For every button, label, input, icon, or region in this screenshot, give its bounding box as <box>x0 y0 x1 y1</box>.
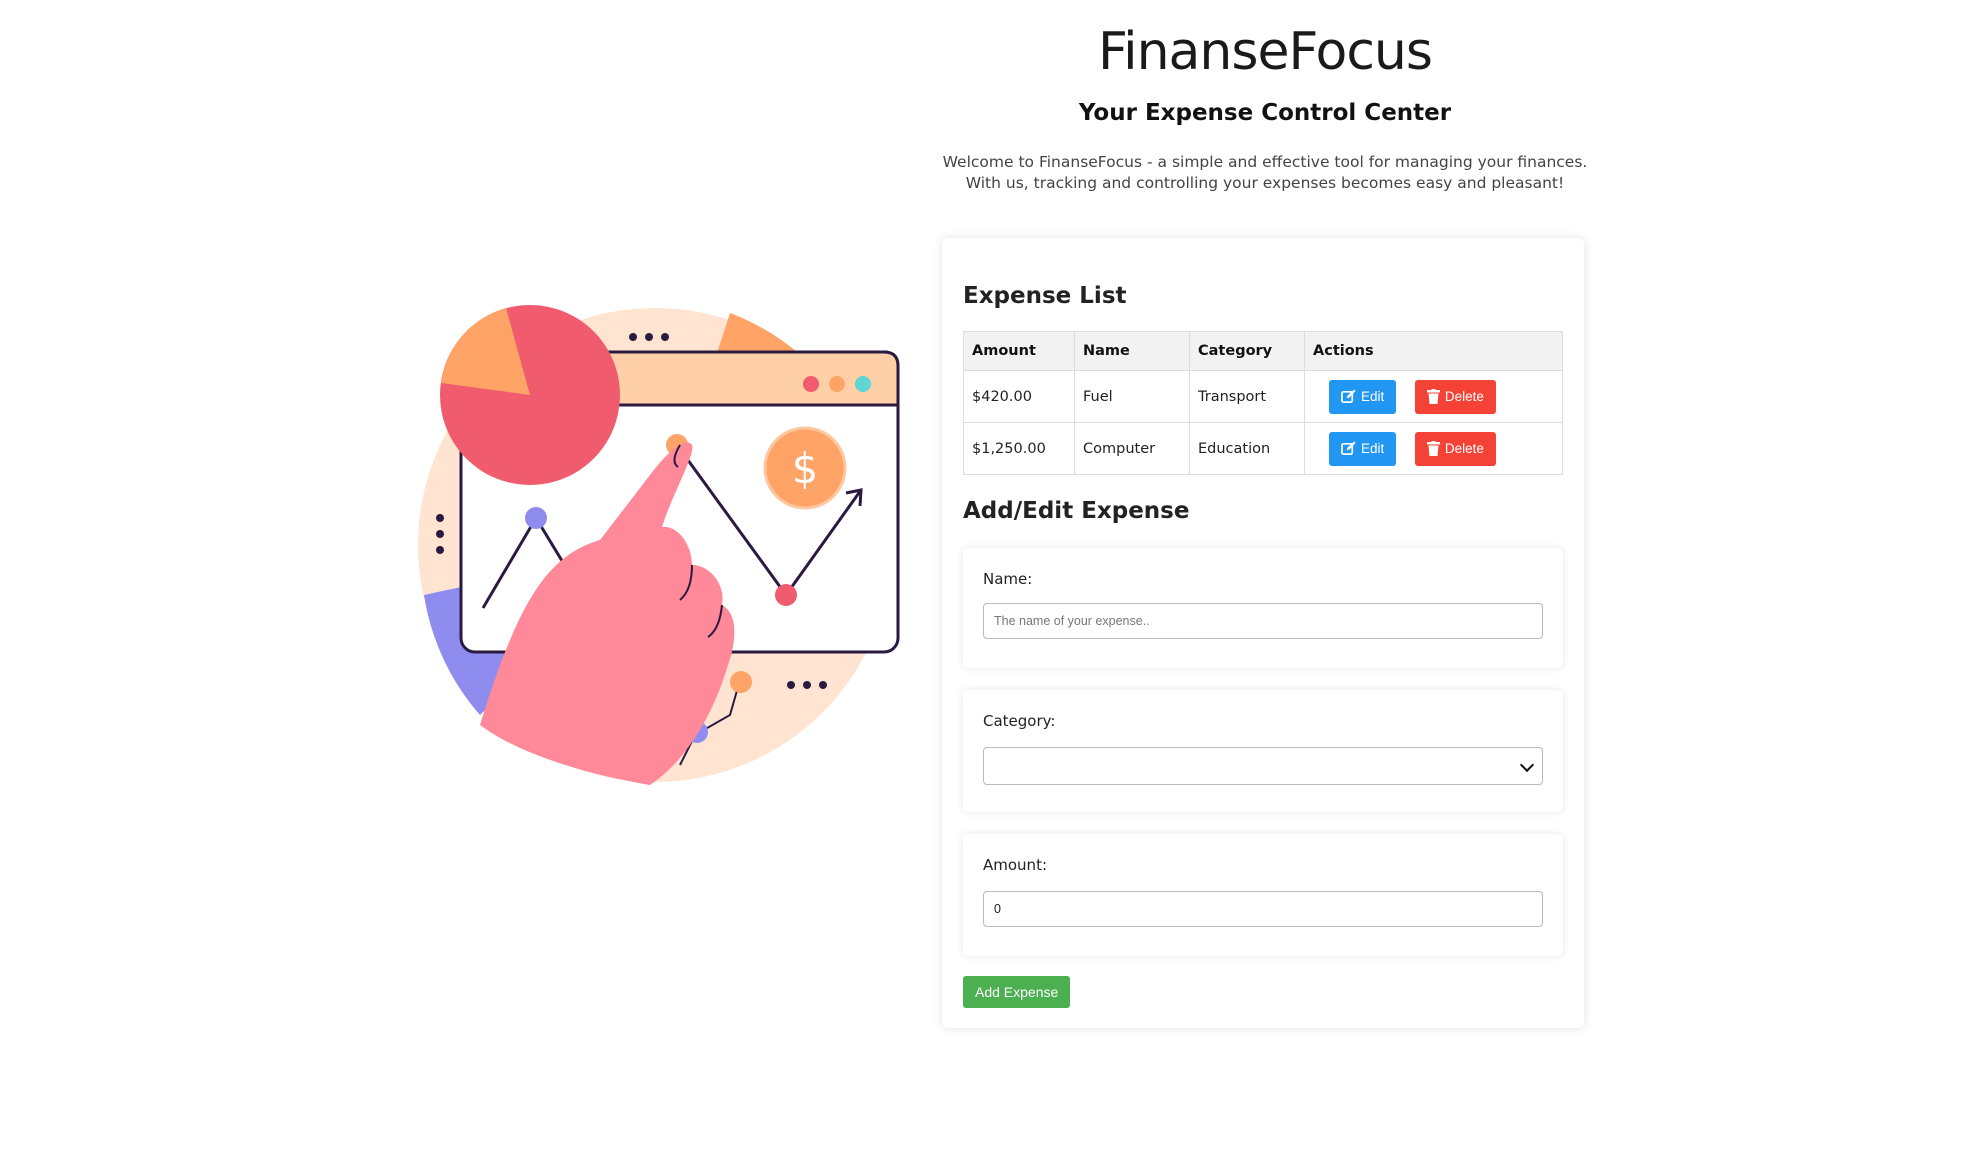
category-select[interactable] <box>983 747 1543 785</box>
add-expense-button[interactable]: Add Expense <box>963 976 1071 1008</box>
table-row: $420.00 Fuel Transport Edit Delete <box>963 370 1563 423</box>
edit-button-label: Edit <box>1361 441 1385 456</box>
name-input[interactable] <box>983 603 1543 639</box>
edit-icon <box>1341 389 1356 403</box>
chevron-down-icon <box>1519 757 1535 773</box>
expense-amount: $420.00 <box>963 370 1075 423</box>
edit-icon <box>1341 441 1356 455</box>
category-form-group: Category: <box>963 690 1563 812</box>
expense-list-title: Expense List <box>963 283 1127 309</box>
column-header-category: Category <box>1189 331 1305 371</box>
delete-button-label: Delete <box>1444 441 1484 456</box>
intro-text: Welcome to FinanseFocus - a simple and e… <box>942 153 1588 192</box>
amount-label: Amount: <box>983 856 1047 874</box>
name-form-group: Name: <box>963 548 1563 668</box>
delete-button[interactable]: Delete <box>1414 379 1496 414</box>
expense-actions: Edit Delete <box>1304 370 1563 423</box>
expense-name: Computer <box>1074 422 1190 475</box>
form-title: Add/Edit Expense <box>963 498 1190 524</box>
edit-button[interactable]: Edit <box>1329 379 1397 414</box>
column-header-name: Name <box>1074 331 1190 371</box>
name-label: Name: <box>983 570 1033 588</box>
column-header-amount: Amount <box>963 331 1075 371</box>
table-row: $1,250.00 Computer Education Edit Delete <box>963 422 1563 475</box>
app-title: FinanseFocus <box>1098 22 1433 82</box>
expense-table: Amount Name Category Actions $420.00 Fue… <box>963 331 1563 475</box>
header: FinanseFocus Your Expense Control Center… <box>940 0 1590 194</box>
expense-actions: Edit Delete <box>1304 422 1563 475</box>
trash-icon <box>1426 389 1440 404</box>
edit-button[interactable]: Edit <box>1329 431 1397 466</box>
expense-amount: $1,250.00 <box>963 422 1075 475</box>
expense-name: Fuel <box>1074 370 1190 423</box>
category-label: Category: <box>983 712 1056 730</box>
finance-chart-illustration: $ <box>418 305 900 785</box>
edit-button-label: Edit <box>1361 389 1385 404</box>
amount-input[interactable] <box>983 891 1543 927</box>
table-header-row: Amount Name Category Actions <box>963 331 1563 371</box>
amount-form-group: Amount: <box>963 834 1563 956</box>
trash-icon <box>1426 441 1440 456</box>
currency-symbol: $ <box>792 444 819 493</box>
expense-category: Education <box>1189 422 1305 475</box>
expense-category: Transport <box>1189 370 1305 423</box>
delete-button[interactable]: Delete <box>1414 431 1496 466</box>
column-header-actions: Actions <box>1304 331 1563 371</box>
app-subtitle: Your Expense Control Center <box>1078 100 1452 126</box>
expense-card: Expense List Amount Name Category Action… <box>942 238 1584 1028</box>
delete-button-label: Delete <box>1444 389 1484 404</box>
